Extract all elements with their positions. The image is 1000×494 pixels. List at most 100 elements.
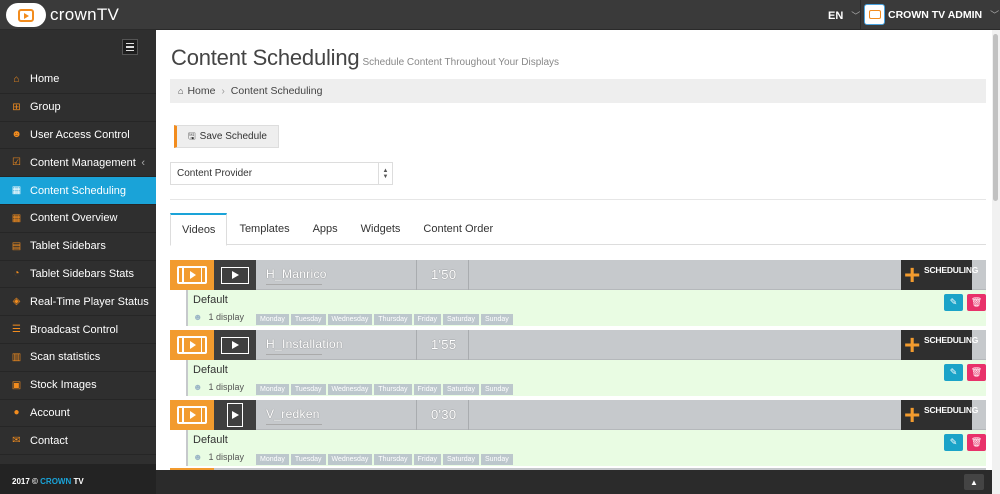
display-count: ☻ 1 display <box>193 452 245 462</box>
calendar-icon: ▦ <box>11 185 22 197</box>
table-icon: ▤ <box>11 240 22 252</box>
edit-schedule-button[interactable]: ✎ <box>944 294 963 311</box>
breadcrumb-home[interactable]: Home <box>187 85 215 97</box>
sidebar-item-user-access-control[interactable]: ☻ User Access Control <box>0 122 156 150</box>
scheduling-label: SCHEDULING <box>924 265 979 275</box>
tab-apps[interactable]: Apps <box>302 213 349 245</box>
edit-schedule-button[interactable]: ✎ <box>944 364 963 381</box>
day-badge: Monday <box>256 384 289 395</box>
save-icon: 🖫 <box>188 130 196 141</box>
logo-text: crownTV <box>50 5 120 24</box>
sidebar-item-group[interactable]: ⊞ Group <box>0 94 156 122</box>
crowntv-logo[interactable]: crownTV <box>6 3 119 27</box>
video-duration: 0'30 <box>431 407 457 422</box>
day-badge: Friday <box>413 454 441 465</box>
top-bar: crownTV EN ﹀ CROWN TV ADMIN ﹀ <box>0 0 1000 30</box>
divider <box>860 0 861 30</box>
sidebar-item-stock-images[interactable]: ▣ Stock Images <box>0 372 156 400</box>
delete-schedule-button[interactable]: 🗑 <box>967 434 986 451</box>
schedule-name: Default <box>193 294 228 306</box>
edit-icon: ✎ <box>949 367 958 377</box>
play-preview-button[interactable] <box>214 260 256 290</box>
footer: 2017 © CROWN TV <box>0 464 156 494</box>
footer-brand: CROWN <box>40 477 72 486</box>
video-header-bar: V_redken 0'30 + SCHEDULING <box>170 400 986 430</box>
sidebar-item-label: Content Management <box>30 156 136 169</box>
day-badge: Sunday <box>481 454 513 465</box>
tab-content-order[interactable]: Content Order <box>412 213 504 245</box>
day-badge: Thursday <box>374 384 412 395</box>
sidebar-item-home[interactable]: ⌂ Home <box>0 66 156 94</box>
scrollbar[interactable] <box>992 30 1000 494</box>
sidebar-item-content-scheduling[interactable]: ▦ Content Scheduling <box>0 177 156 205</box>
menu-toggle-icon[interactable] <box>122 39 138 55</box>
divider <box>468 330 469 360</box>
tab-templates[interactable]: Templates <box>228 213 300 245</box>
sidebar-item-account[interactable]: ● Account <box>0 400 156 428</box>
scrollbar-thumb[interactable] <box>993 34 998 201</box>
day-badge: Sunday <box>481 384 513 395</box>
home-icon: ⌂ <box>178 86 184 96</box>
video-title: H_Manrico <box>266 267 327 285</box>
video-row: V_redken 0'30 + SCHEDULING Default ☻ 1 di… <box>170 400 986 470</box>
breadcrumb-separator: › <box>221 85 225 97</box>
video-duration: 1'55 <box>431 337 457 352</box>
user-menu[interactable]: CROWN TV ADMIN ﹀ <box>864 4 999 25</box>
video-header-bar: H_Manrico 1'50 + SCHEDULING <box>170 260 986 290</box>
day-badge: Monday <box>256 454 289 465</box>
users-icon: ☻ <box>193 312 203 322</box>
play-preview-button[interactable] <box>214 400 256 430</box>
breadcrumb-current: Content Scheduling <box>230 85 323 97</box>
delete-schedule-button[interactable]: 🗑 <box>967 294 986 311</box>
add-scheduling-button[interactable]: + SCHEDULING <box>901 329 978 360</box>
day-badge: Wednesday <box>327 454 373 465</box>
day-badge: Tuesday <box>290 314 326 325</box>
trash-icon: 🗑 <box>970 437 983 447</box>
save-schedule-button[interactable]: 🖫 Save Schedule <box>174 125 279 148</box>
page-subtitle: Schedule Content Throughout Your Display… <box>362 57 560 68</box>
day-badge: Thursday <box>374 454 412 465</box>
user-icon: ● <box>13 407 20 419</box>
divider <box>416 400 417 430</box>
edit-schedule-button[interactable]: ✎ <box>944 434 963 451</box>
plus-icon: + <box>904 329 921 360</box>
dropdown-arrow-icon: ▲ ▼ <box>378 163 392 184</box>
video-row: H_Installation 1'55 + SCHEDULING Default… <box>170 330 986 400</box>
sidebar-item-tablet-sidebars[interactable]: ▤ Tablet Sidebars <box>0 233 156 261</box>
tv-icon <box>6 3 46 27</box>
sidebar-item-tablet-sidebars-stats[interactable]: ◔ Tablet Sidebars Stats <box>0 261 156 289</box>
edit-icon: ✎ <box>949 437 958 447</box>
sidebar-item-broadcast-control[interactable]: ☰ Broadcast Control <box>0 316 156 344</box>
breadcrumb: ⌂ Home › Content Scheduling <box>170 79 986 103</box>
sidebar-item-contact[interactable]: ✉ Contact <box>0 427 156 456</box>
edit-icon: ✎ <box>949 297 958 307</box>
sidebar-item-label: Tablet Sidebars Stats <box>30 267 134 280</box>
day-badge: Monday <box>256 314 289 325</box>
sidebar-item-real-time-player-status[interactable]: ◈ Real-Time Player Status <box>0 288 156 317</box>
tab-widgets[interactable]: Widgets <box>350 213 412 245</box>
sidebar-item-content-overview[interactable]: ▦ Content Overview <box>0 205 156 233</box>
trash-icon: 🗑 <box>970 297 983 307</box>
sidebar-item-label: Contact <box>30 434 68 447</box>
chevron-down-icon: ﹀ <box>990 10 1000 20</box>
divider <box>416 330 417 360</box>
language-dropdown[interactable]: EN ﹀ <box>828 9 860 22</box>
content-provider-select[interactable]: Content Provider ▲ ▼ <box>170 162 393 185</box>
delete-schedule-button[interactable]: 🗑 <box>967 364 986 381</box>
tab-videos[interactable]: Videos <box>170 213 228 246</box>
sidebar-item-label: Stock Images <box>30 379 97 392</box>
sidebar-item-content-management[interactable]: ☑ Content Management ‹ <box>0 149 156 178</box>
day-badge: Wednesday <box>327 314 373 325</box>
day-badge: Sunday <box>481 314 513 325</box>
sidebar-item-label: Tablet Sidebars <box>30 240 106 253</box>
video-header-bar: H_Installation 1'55 + SCHEDULING <box>170 330 986 360</box>
sidebar-item-label: User Access Control <box>30 128 130 141</box>
sidebar-item-scan-statistics[interactable]: ▥ Scan statistics <box>0 344 156 372</box>
footer-year: 2017 © <box>12 477 38 486</box>
add-scheduling-button[interactable]: + SCHEDULING <box>901 260 978 290</box>
play-preview-button[interactable] <box>214 330 256 360</box>
sidebar-item-label: Broadcast Control <box>30 323 119 336</box>
add-scheduling-button[interactable]: + SCHEDULING <box>901 400 978 430</box>
scroll-top-button[interactable]: ▲ <box>964 474 984 490</box>
sidebar-nav: ⌂ Home ⊞ Group ☻ User Access Control ☑ Content … <box>0 66 156 456</box>
